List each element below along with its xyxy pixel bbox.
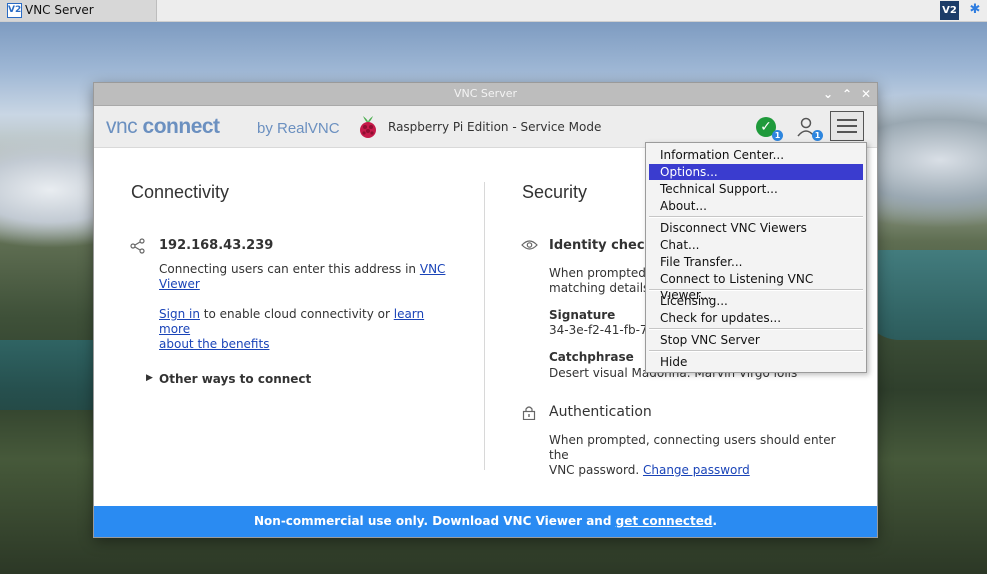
main-menu-dropdown: Information Center... Options... Technic… bbox=[645, 142, 867, 373]
menu-line-icon bbox=[837, 125, 857, 127]
identity-check-text: When prompted, matching details bbox=[549, 266, 650, 295]
users-count-badge: 1 bbox=[812, 130, 823, 141]
vnc-app-icon: V2 bbox=[7, 3, 22, 18]
hamburger-menu-button[interactable] bbox=[830, 111, 864, 141]
column-divider bbox=[484, 182, 485, 470]
identity-check-title: Identity check bbox=[549, 238, 654, 253]
menu-item-options[interactable]: Options... bbox=[649, 164, 863, 180]
menu-item-hide[interactable]: Hide bbox=[649, 354, 863, 370]
vnc-viewer-link-2[interactable]: Viewer bbox=[159, 277, 200, 291]
footer-banner: Non-commercial use only. Download VNC Vi… bbox=[94, 506, 877, 537]
menu-item-disconnect-viewers[interactable]: Disconnect VNC Viewers bbox=[649, 220, 863, 236]
bluetooth-icon[interactable]: ✱ bbox=[968, 2, 982, 18]
background-lake bbox=[860, 250, 987, 340]
sign-in-link[interactable]: Sign in bbox=[159, 307, 200, 321]
signature-value: 34-3e-f2-41-fb-7 bbox=[549, 323, 648, 337]
menu-item-about[interactable]: About... bbox=[649, 198, 863, 214]
logo-by-realvnc: by RealVNC bbox=[257, 120, 340, 137]
ip-address: 192.168.43.239 bbox=[159, 238, 274, 253]
taskbar: V2 VNC Server V2 ✱ bbox=[0, 0, 987, 22]
taskbar-app-label: VNC Server bbox=[25, 3, 94, 17]
background-lake-left bbox=[0, 340, 95, 410]
menu-item-chat[interactable]: Chat... bbox=[649, 237, 863, 253]
menu-separator bbox=[649, 289, 863, 291]
change-password-link[interactable]: Change password bbox=[643, 463, 750, 477]
menu-line-icon bbox=[837, 131, 857, 133]
close-button[interactable]: ✕ bbox=[859, 86, 873, 102]
menu-item-information-center[interactable]: Information Center... bbox=[649, 147, 863, 163]
authentication-title: Authentication bbox=[549, 404, 652, 420]
menu-item-technical-support[interactable]: Technical Support... bbox=[649, 181, 863, 197]
security-title: Security bbox=[522, 182, 588, 202]
collapse-button[interactable]: ⌄ bbox=[821, 86, 835, 102]
menu-item-stop-server[interactable]: Stop VNC Server bbox=[649, 332, 863, 348]
menu-item-connect-listening-viewer[interactable]: Connect to Listening VNC Viewer... bbox=[649, 271, 863, 302]
window-title: VNC Server bbox=[453, 87, 517, 100]
menu-separator bbox=[649, 216, 863, 218]
eye-icon bbox=[521, 240, 538, 250]
menu-item-licensing[interactable]: Licensing... bbox=[649, 293, 863, 309]
learn-more-link-2[interactable]: about the benefits bbox=[159, 337, 269, 351]
menu-separator bbox=[649, 350, 863, 352]
signin-text: Sign in to enable cloud connectivity or … bbox=[159, 307, 425, 351]
catchphrase-label: Catchphrase bbox=[549, 350, 634, 364]
menu-separator bbox=[649, 328, 863, 330]
signature-label: Signature bbox=[549, 308, 616, 322]
maximize-button[interactable]: ⌃ bbox=[840, 86, 854, 102]
vnc-tray-icon[interactable]: V2 bbox=[940, 1, 959, 20]
menu-line-icon bbox=[837, 119, 857, 121]
raspberry-pi-icon bbox=[360, 116, 376, 138]
window-titlebar[interactable]: VNC Server ⌄ ⌃ ✕ bbox=[94, 83, 877, 106]
vnc-connect-logo: vnc connect bbox=[106, 115, 220, 138]
vnc-viewer-link[interactable]: VNC bbox=[420, 262, 446, 276]
menu-item-check-updates[interactable]: Check for updates... bbox=[649, 310, 863, 326]
authentication-text: When prompted, connecting users should e… bbox=[549, 433, 836, 477]
menu-item-file-transfer[interactable]: File Transfer... bbox=[649, 254, 863, 270]
expand-triangle-icon[interactable]: ▶ bbox=[146, 373, 153, 383]
other-ways-to-connect[interactable]: Other ways to connect bbox=[159, 372, 311, 386]
address-help-text: Connecting users can enter this address … bbox=[159, 262, 446, 291]
edition-label: Raspberry Pi Edition - Service Mode bbox=[388, 120, 602, 134]
status-badge: 1 bbox=[772, 130, 783, 141]
get-connected-link[interactable]: get connected bbox=[616, 514, 713, 528]
taskbar-app-button[interactable]: V2 VNC Server bbox=[0, 0, 157, 21]
lock-icon bbox=[522, 406, 536, 420]
connectivity-title: Connectivity bbox=[131, 182, 230, 202]
share-icon bbox=[130, 238, 145, 254]
